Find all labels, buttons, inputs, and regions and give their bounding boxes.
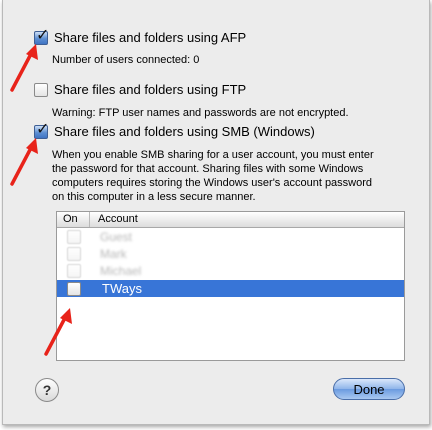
afp-option-label: Share files and folders using AFP [54, 30, 247, 45]
table-row[interactable]: Mark [57, 245, 404, 262]
smb-description: When you enable SMB sharing for a user a… [52, 149, 374, 203]
help-button[interactable]: ? [35, 378, 59, 402]
table-row[interactable]: Guest [57, 228, 404, 245]
account-enable-checkbox[interactable] [66, 229, 81, 244]
afp-option-row[interactable]: ✓ Share files and folders using AFP [34, 24, 247, 45]
account-enable-checkbox[interactable] [66, 263, 81, 278]
account-name: Michael [100, 263, 142, 278]
annotation-arrow-afp [10, 44, 38, 92]
table-header: On Account [57, 212, 404, 228]
table-row-selected[interactable]: TWays [57, 280, 404, 297]
checkmark-icon: ✓ [36, 24, 50, 44]
smb-option-row[interactable]: ✓ Share files and folders using SMB (Win… [34, 118, 315, 139]
ftp-option-row[interactable]: Share files and folders using FTP [34, 82, 246, 97]
ftp-option-label: Share files and folders using FTP [54, 82, 247, 97]
ftp-warning-text: Warning: FTP user names and passwords ar… [52, 107, 349, 119]
account-enable-checkbox[interactable] [66, 281, 81, 296]
smb-options-sheet: ✓ Share files and folders using AFP Numb… [2, 0, 430, 425]
account-name: Mark [100, 246, 127, 261]
column-header-account[interactable]: Account [90, 212, 138, 227]
afp-connected-info: Number of users connected: 0 [52, 54, 200, 66]
smb-option-label: Share files and folders using SMB (Windo… [54, 124, 315, 139]
annotation-arrow-tways [44, 308, 72, 356]
account-enable-checkbox[interactable] [66, 246, 81, 261]
account-name: TWays [102, 281, 142, 296]
done-button[interactable]: Done [333, 378, 405, 400]
empty-row [57, 297, 404, 314]
account-name: Guest [100, 229, 133, 244]
column-header-on[interactable]: On [57, 212, 90, 227]
annotation-arrow-smb [10, 138, 38, 186]
checkmark-icon: ✓ [36, 118, 50, 138]
accounts-table[interactable]: On Account Guest Mark Michael TWays [56, 211, 405, 361]
table-row[interactable]: Michael [57, 262, 404, 279]
